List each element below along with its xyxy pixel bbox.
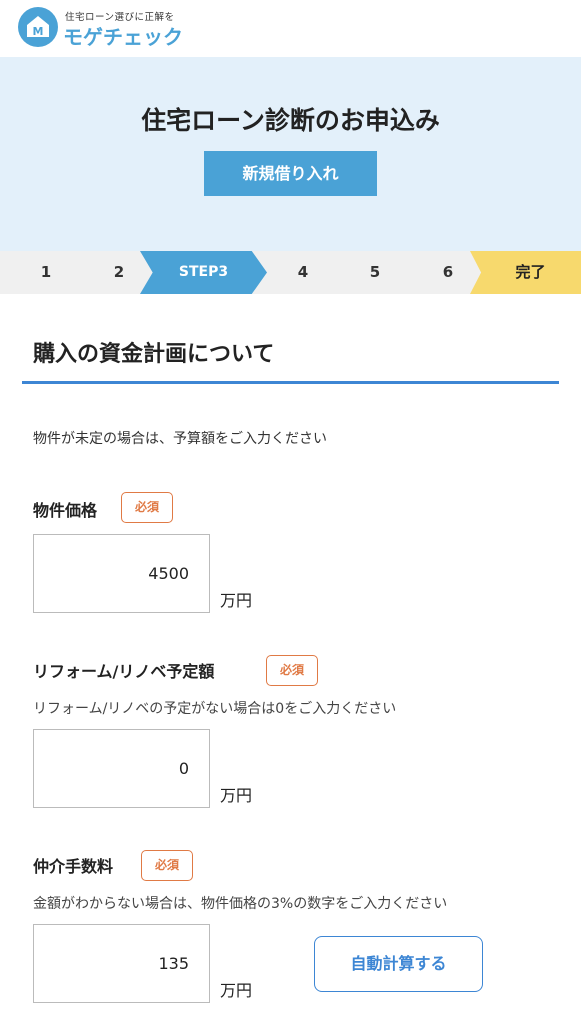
step-3-current: STEP3	[140, 251, 267, 294]
site-name[interactable]: モゲチェック	[63, 21, 183, 50]
step-1: 1	[40, 263, 52, 281]
required-badge: 必須	[121, 492, 173, 523]
auto-calculate-button[interactable]: 自動計算する	[314, 936, 483, 992]
loan-type-button[interactable]: 新規借り入れ	[204, 151, 377, 196]
page-title: 住宅ローン診断のお申込み	[141, 106, 440, 135]
step-complete: 完了	[470, 251, 581, 294]
unit-label: 万円	[220, 981, 253, 1000]
step-4: 4	[297, 263, 309, 281]
progress-stepper: 1 2 STEP3 4 5 6 完了	[0, 251, 581, 294]
step-2: 2	[113, 263, 125, 281]
renovation-budget-label: リフォーム/リノベ予定額	[33, 662, 215, 681]
intro-note: 物件が未定の場合は、予算額をご入力ください	[33, 431, 327, 447]
house-m-logo-icon[interactable]: M	[18, 7, 58, 47]
unit-label: 万円	[220, 786, 253, 805]
section-divider	[22, 381, 559, 384]
logo-letter: M	[33, 25, 44, 38]
required-badge: 必須	[266, 655, 318, 686]
step-6: 6	[442, 263, 454, 281]
site-header: M 住宅ローン選びに正解を モゲチェック	[0, 0, 581, 57]
brokerage-fee-input[interactable]	[33, 924, 210, 1003]
renovation-budget-hint: リフォーム/リノベの予定がない場合は0をご入力ください	[33, 701, 397, 717]
unit-label: 万円	[220, 591, 253, 610]
property-price-input[interactable]	[33, 534, 210, 613]
renovation-budget-input[interactable]	[33, 729, 210, 808]
section-title: 購入の資金計画について	[33, 342, 275, 367]
brokerage-fee-label: 仲介手数料	[33, 857, 114, 876]
hero-banner: 住宅ローン診断のお申込み 新規借り入れ	[0, 57, 581, 251]
step-3-label: STEP3	[178, 264, 229, 280]
step-5: 5	[369, 263, 381, 281]
required-badge: 必須	[141, 850, 193, 881]
step-complete-label: 完了	[515, 263, 546, 281]
brokerage-fee-hint: 金額がわからない場合は、物件価格の3%の数字をご入力ください	[33, 896, 448, 912]
property-price-label: 物件価格	[33, 501, 98, 520]
